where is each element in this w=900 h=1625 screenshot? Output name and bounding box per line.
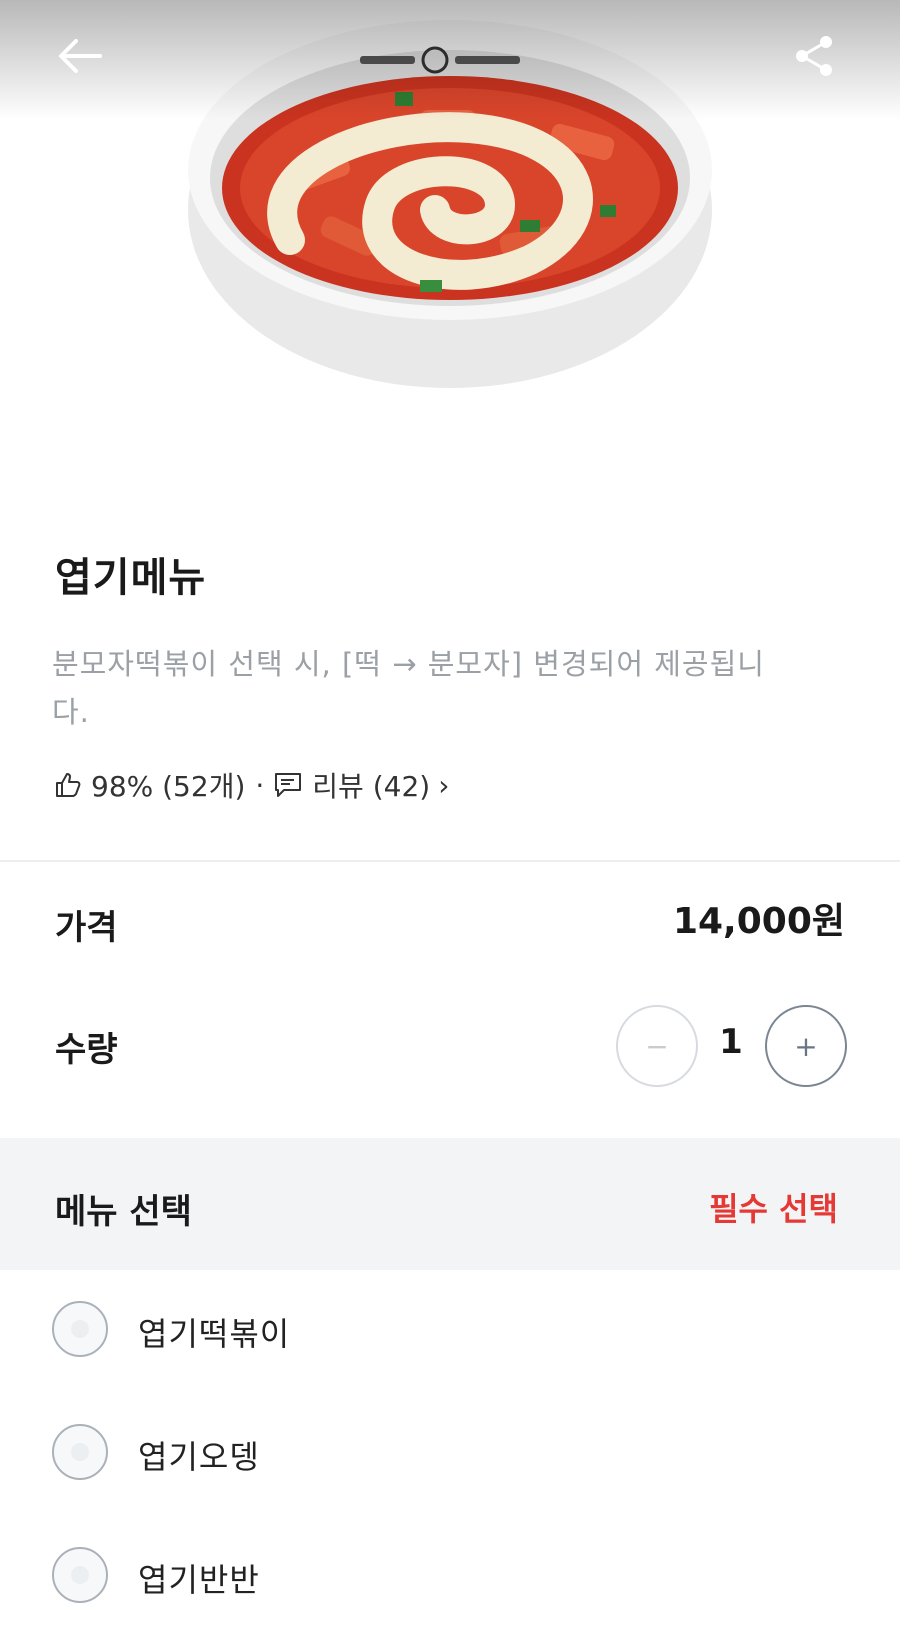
share-icon (796, 36, 832, 76)
menu-option[interactable]: 엽기떡볶이 (0, 1275, 900, 1385)
radio-button[interactable] (52, 1424, 108, 1480)
share-button[interactable] (786, 28, 842, 84)
radio-dot (71, 1320, 89, 1338)
minus-icon: − (645, 1029, 669, 1063)
menu-select-title: 메뉴 선택 (55, 1192, 192, 1232)
menu-select-header: 메뉴 선택 필수 선택 (0, 1138, 900, 1270)
product-description: 분모자떡볶이 선택 시, [떡 → 분모자] 변경되어 제공됩니다. (52, 647, 765, 729)
quantity-value: 1 (719, 1022, 743, 1062)
menu-option-label: 엽기떡볶이 (138, 1315, 291, 1353)
separator-dot: · (255, 768, 265, 802)
quantity-label: 수량 (55, 1030, 118, 1070)
radio-button[interactable] (52, 1547, 108, 1603)
review-link[interactable]: 리뷰 (42) › (274, 765, 449, 805)
review-count: 리뷰 (42) (312, 770, 431, 803)
menu-option-label: 엽기반반 (138, 1561, 260, 1599)
rating-text: 98% (52개) (91, 770, 246, 803)
arrow-left-icon (59, 39, 102, 73)
product-stats: 98% (52개) · 리뷰 (42) › (55, 765, 449, 805)
menu-option-label: 엽기오뎅 (138, 1438, 260, 1476)
price-value: 14,000원 (672, 901, 845, 942)
divider (0, 860, 900, 862)
required-badge: 필수 선택 (709, 1190, 838, 1228)
hero-gradient (0, 0, 900, 120)
radio-dot (71, 1566, 89, 1584)
radio-dot (71, 1443, 89, 1461)
comment-icon (275, 773, 302, 797)
chevron-right-icon: › (438, 768, 450, 802)
quantity-decrease-button[interactable]: − (616, 1005, 698, 1087)
quantity-increase-button[interactable]: + (765, 1005, 847, 1087)
product-title: 엽기메뉴 (55, 555, 207, 601)
product-image (0, 0, 900, 470)
back-button[interactable] (52, 28, 108, 84)
menu-option[interactable]: 엽기반반 (0, 1521, 900, 1625)
plus-icon: + (794, 1029, 818, 1063)
menu-option[interactable]: 엽기오뎅 (0, 1398, 900, 1508)
thumbs-up-icon (56, 773, 81, 797)
radio-button[interactable] (52, 1301, 108, 1357)
price-label: 가격 (55, 908, 118, 948)
